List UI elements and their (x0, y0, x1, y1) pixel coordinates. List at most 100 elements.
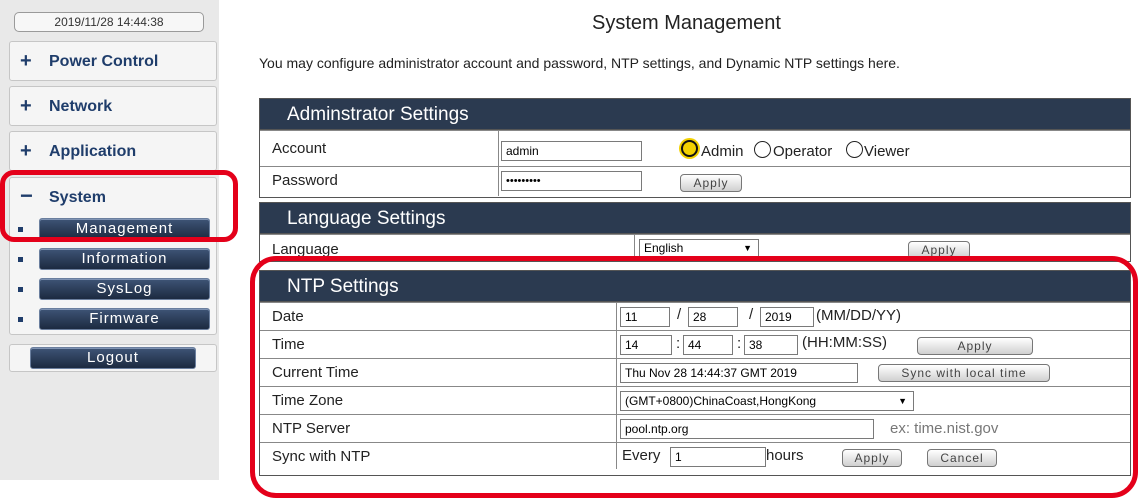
time-separator: : (737, 335, 742, 352)
date-separator: / (677, 306, 682, 323)
logout-container: Logout (9, 344, 217, 372)
dropdown-arrow-icon: ▼ (898, 396, 907, 406)
admin-apply-button[interactable]: Apply (680, 174, 742, 192)
ntp-server-input[interactable]: pool.ntp.org (620, 419, 874, 439)
account-label: Account (272, 140, 327, 157)
account-row: Account admin Admin Operator Viewer (260, 130, 1130, 166)
menu-label: Application (49, 143, 137, 160)
sidebar-edge (219, 0, 232, 500)
language-label: Language (272, 241, 339, 258)
page-description: You may configure administrator account … (259, 55, 900, 71)
account-input[interactable]: admin (501, 141, 642, 161)
sync-ntp-label: Sync with NTP (272, 448, 371, 465)
date-format-hint: (MM/DD/YY) (816, 307, 901, 324)
admin-settings-section: Adminstrator Settings Account admin Admi… (259, 98, 1131, 198)
current-time-label: Current Time (272, 364, 359, 381)
menu-label: Power Control (49, 53, 159, 70)
column-divider (634, 235, 635, 261)
expand-icon: + (20, 50, 32, 72)
section-heading: NTP Settings (260, 271, 1130, 302)
timezone-label: Time Zone (272, 392, 344, 409)
day-input[interactable]: 28 (688, 307, 738, 327)
expand-icon: + (20, 95, 32, 117)
time-separator: : (676, 335, 681, 352)
menu-power-control[interactable]: + Power Control (9, 41, 217, 81)
section-heading: Adminstrator Settings (260, 99, 1130, 130)
column-divider (616, 387, 617, 414)
ntp-server-row: NTP Server pool.ntp.org ex: time.nist.go… (260, 414, 1130, 442)
year-input[interactable]: 2019 (760, 307, 814, 327)
time-label: Time (272, 336, 305, 353)
month-input[interactable]: 11 (620, 307, 670, 327)
information-button[interactable]: Information (39, 248, 210, 270)
bullet-icon (18, 317, 23, 322)
hours-label: hours (766, 447, 804, 464)
date-row: Date 11 / 28 / 2019 (MM/DD/YY) (260, 302, 1130, 330)
device-datetime: 2019/11/28 14:44:38 (14, 12, 204, 32)
menu-system: − System Management Information SysLog F… (9, 177, 217, 335)
submenu-information: Information (10, 248, 218, 270)
ntp-cancel-button[interactable]: Cancel (927, 449, 997, 467)
sync-ntp-row: Sync with NTP Every 1 hours Apply Cancel (260, 442, 1130, 469)
sync-interval-input[interactable]: 1 (670, 447, 766, 467)
current-time-input[interactable]: Thu Nov 28 14:44:37 GMT 2019 (620, 363, 858, 383)
column-divider (498, 131, 499, 166)
ntp-apply-button[interactable]: Apply (842, 449, 902, 467)
column-divider (616, 415, 617, 442)
column-divider (616, 443, 617, 469)
time-apply-button[interactable]: Apply (917, 337, 1033, 355)
logout-button[interactable]: Logout (30, 347, 196, 369)
menu-application[interactable]: + Application (9, 131, 217, 171)
password-row: Password ••••••••• Apply (260, 166, 1130, 196)
password-label: Password (272, 172, 338, 189)
minute-input[interactable]: 44 (683, 335, 733, 355)
timezone-select[interactable]: (GMT+0800)ChinaCoast,HongKong ▼ (620, 391, 914, 411)
management-button[interactable]: Management (39, 218, 210, 240)
collapse-icon[interactable]: − (20, 185, 33, 207)
timezone-row: Time Zone (GMT+0800)ChinaCoast,HongKong … (260, 386, 1130, 414)
column-divider (616, 303, 617, 330)
every-label: Every (622, 447, 661, 464)
current-time-row: Current Time Thu Nov 28 14:44:37 GMT 201… (260, 358, 1130, 386)
timezone-selected-value: (GMT+0800)ChinaCoast,HongKong (625, 394, 817, 408)
expand-icon: + (20, 140, 32, 162)
radio-operator-label: Operator (773, 143, 833, 160)
column-divider (498, 167, 499, 196)
column-divider (616, 359, 617, 386)
language-select[interactable]: English ▼ (639, 239, 759, 257)
submenu-management: Management (10, 218, 218, 240)
column-divider (616, 331, 617, 358)
bullet-icon (18, 287, 23, 292)
time-format-hint: (HH:MM:SS) (802, 334, 887, 351)
bullet-icon (18, 227, 23, 232)
radio-admin-label: Admin (701, 143, 744, 160)
sync-local-time-button[interactable]: Sync with local time (878, 364, 1050, 382)
submenu-firmware: Firmware (10, 308, 218, 330)
syslog-button[interactable]: SysLog (39, 278, 210, 300)
language-selected-value: English (644, 241, 684, 255)
second-input[interactable]: 38 (744, 335, 798, 355)
language-row: Language English ▼ Apply (260, 234, 1130, 261)
dropdown-arrow-icon: ▼ (743, 243, 752, 253)
ntp-server-example: ex: time.nist.gov (890, 420, 999, 437)
time-row: Time 14 : 44 : 38 (HH:MM:SS) Apply (260, 330, 1130, 358)
menu-network[interactable]: + Network (9, 86, 217, 126)
menu-label[interactable]: System (49, 189, 106, 207)
language-settings-section: Language Settings Language English ▼ App… (259, 202, 1131, 262)
submenu-syslog: SysLog (10, 278, 218, 300)
radio-viewer-label: Viewer (864, 143, 910, 160)
ntp-settings-section: NTP Settings Date 11 / 28 / 2019 (MM/DD/… (259, 270, 1131, 476)
sidebar: 2019/11/28 14:44:38 + Power Control + Ne… (0, 0, 232, 500)
firmware-button[interactable]: Firmware (39, 308, 210, 330)
radio-viewer[interactable] (846, 141, 863, 158)
date-label: Date (272, 308, 304, 325)
date-separator: / (749, 306, 754, 323)
ntp-server-label: NTP Server (272, 420, 351, 437)
radio-admin[interactable] (681, 140, 698, 157)
language-apply-button[interactable]: Apply (908, 241, 970, 259)
password-input[interactable]: ••••••••• (501, 171, 642, 191)
hour-input[interactable]: 14 (620, 335, 672, 355)
radio-operator[interactable] (754, 141, 771, 158)
section-heading: Language Settings (260, 203, 1130, 234)
bullet-icon (18, 257, 23, 262)
